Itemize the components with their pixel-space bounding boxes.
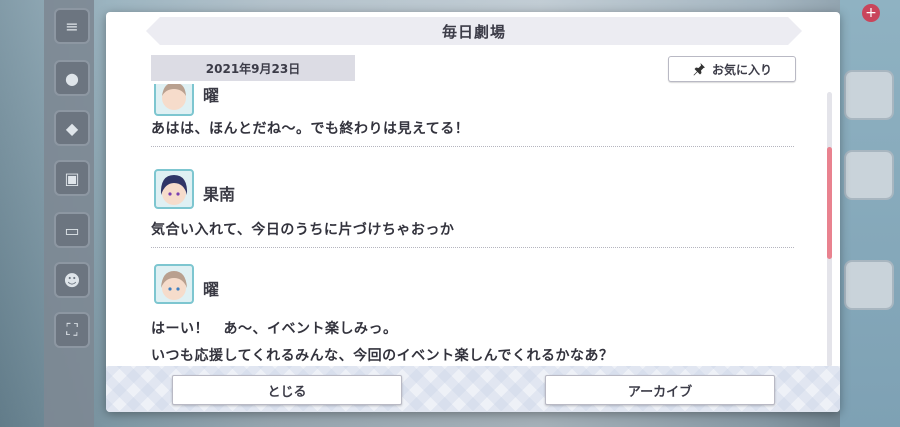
speaker-name: 果南	[203, 185, 236, 204]
plus-badge-icon: +	[862, 4, 880, 22]
dialogue-line: いつも応援してくれるみんな、今回のイベント楽しんでくれるかなあ？	[151, 348, 614, 364]
dialogue-line: あはは、ほんとだね〜。でも終わりは見えてる！	[151, 121, 470, 137]
right-card	[844, 150, 894, 200]
scrollbar-thumb[interactable]	[827, 147, 832, 259]
dialogue-line: はーい！ あ〜、イベント楽しみっ。	[151, 321, 398, 337]
expand-icon: ⛶	[54, 312, 90, 348]
screen-icon: ▭	[54, 212, 90, 248]
close-button[interactable]: とじる	[172, 375, 402, 405]
archive-button[interactable]: アーカイブ	[545, 375, 775, 405]
member-icon: ☻	[54, 262, 90, 298]
entry-divider	[151, 146, 794, 147]
right-background-panel	[840, 0, 900, 427]
favorite-label: お気に入り	[711, 62, 772, 77]
date-label: 2021年9月23日	[151, 55, 355, 81]
right-card	[844, 260, 894, 310]
you-avatar	[154, 84, 194, 116]
right-card	[844, 70, 894, 120]
menu-icon: ≡	[54, 8, 90, 44]
dialogue-line: 気合い入れて、今日のうちに片づけちゃおっか	[151, 222, 455, 238]
speaker-name: 曜	[203, 280, 220, 299]
dialog-title: 毎日劇場	[146, 17, 802, 45]
dialogue-scroll-area[interactable]: 曜 あはは、ほんとだね〜。でも終わりは見えてる！ 果南 気合い入れて、今日のうち…	[106, 84, 840, 368]
event-icon: ◆	[54, 110, 90, 146]
chat-icon: ●	[54, 60, 90, 96]
speaker-name: 曜	[203, 86, 220, 105]
favorite-button[interactable]: お気に入り	[668, 56, 796, 82]
entry-divider	[151, 247, 794, 248]
you-avatar	[154, 264, 194, 304]
kanan-avatar	[154, 169, 194, 209]
daily-theater-dialog: 毎日劇場 2021年9月23日 お気に入り 曜 あはは、ほんとだね〜。でも終わり…	[106, 12, 840, 412]
gift-icon: ▣	[54, 160, 90, 196]
pin-icon	[693, 63, 705, 76]
